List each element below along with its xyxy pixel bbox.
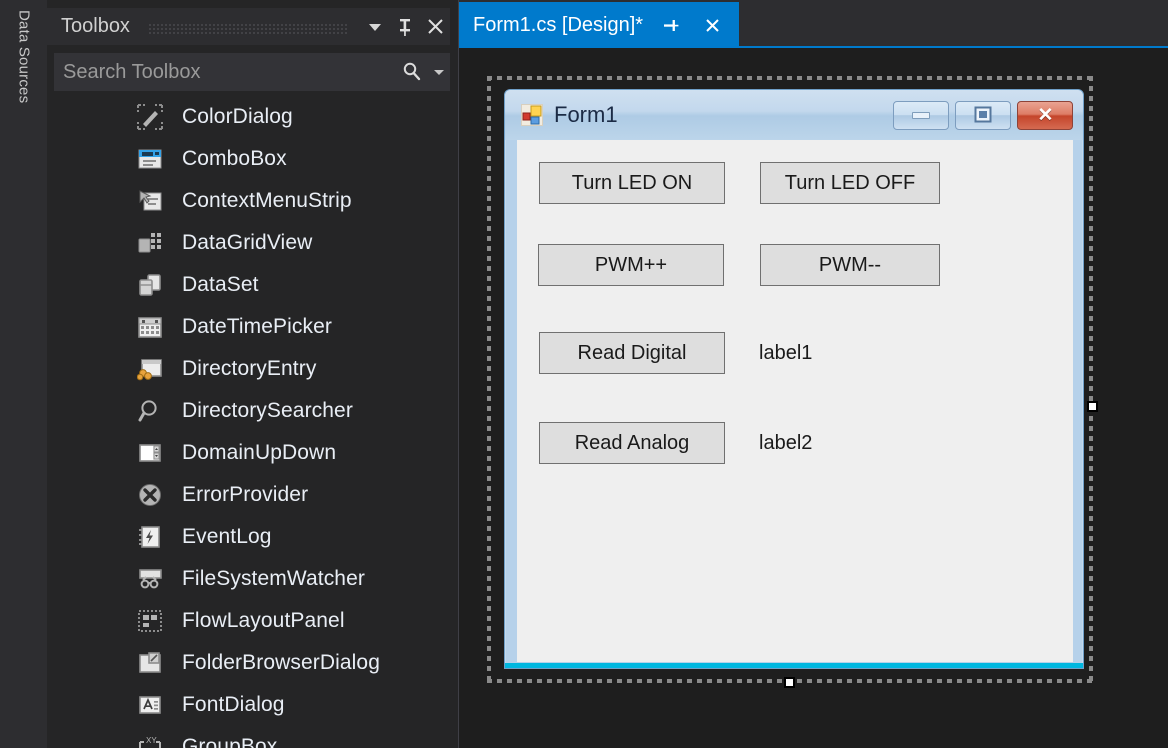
toolbox-panel: Toolbox Search Toolbox ColorDialog Combo…	[47, 0, 489, 748]
combo-box-icon	[132, 141, 168, 177]
toolbox-item-label: DomainUpDown	[182, 441, 337, 464]
pin-icon[interactable]	[655, 10, 685, 40]
directory-searcher-icon	[132, 393, 168, 429]
handle-bottom-center[interactable]	[784, 677, 795, 688]
document-tab-label: Form1.cs [Design]*	[473, 13, 644, 36]
date-time-picker-icon	[132, 309, 168, 345]
toolbox-item-label: DataGridView	[182, 231, 313, 254]
close-icon: ✕	[1037, 104, 1054, 126]
left-autohide-strip: Data Sources	[0, 0, 47, 748]
close-icon[interactable]	[420, 12, 450, 42]
toolbox-item-label: ErrorProvider	[182, 483, 309, 506]
label1: label1	[759, 342, 813, 364]
toolbox-item-groupbox[interactable]: XY GroupBox	[47, 726, 459, 748]
handle-middle-right[interactable]	[1087, 401, 1098, 412]
toolbox-item-dataset[interactable]: DataSet	[47, 264, 459, 306]
toolbox-item-label: ComboBox	[182, 147, 287, 170]
visual-studio-window: Data Sources Toolbox Search Toolbox Colo…	[0, 0, 1168, 748]
toolbox-item-directorysearcher[interactable]: DirectorySearcher	[47, 390, 459, 432]
label2: label2	[759, 432, 813, 454]
form-window-buttons: ✕	[893, 100, 1073, 130]
directory-entry-icon	[132, 351, 168, 387]
toolbox-item-flowlayoutpanel[interactable]: FlowLayoutPanel	[47, 600, 459, 642]
form-title-bar[interactable]: Form1 ✕	[505, 90, 1083, 140]
toolbox-item-label: ContextMenuStrip	[182, 189, 352, 212]
context-menu-strip-icon	[132, 183, 168, 219]
read-analog-button[interactable]: Read Analog	[539, 422, 725, 464]
toolbox-item-label: FileSystemWatcher	[182, 567, 365, 590]
search-input[interactable]	[54, 60, 396, 84]
toolbox-item-label: EventLog	[182, 525, 272, 548]
event-log-icon	[132, 519, 168, 555]
toolbox-item-filesystemwatcher[interactable]: FileSystemWatcher	[47, 558, 459, 600]
toolbox-item-errorprovider[interactable]: ErrorProvider	[47, 474, 459, 516]
tab-form1-design[interactable]: Form1.cs [Design]*	[459, 2, 740, 48]
toolbox-search-box[interactable]	[54, 53, 450, 91]
toolbox-item-fontdialog[interactable]: FontDialog	[47, 684, 459, 726]
toolbox-item-directoryentry[interactable]: DirectoryEntry	[47, 348, 459, 390]
toolbox-item-label: FlowLayoutPanel	[182, 609, 345, 632]
maximize-icon	[974, 106, 992, 123]
form-selection-frame: Form1 ✕ Turn LED ON Turn LED OFF PWM++ P…	[487, 76, 1098, 688]
windows-forms-icon	[521, 104, 543, 126]
editor-area: Form1.cs [Design]* Form1 ✕ Turn LED ON T…	[459, 0, 1168, 748]
chevron-down-icon[interactable]	[360, 12, 390, 42]
toolbox-item-datagridview[interactable]: DataGridView	[47, 222, 459, 264]
toolbox-item-domainupdown[interactable]: DomainUpDown	[47, 432, 459, 474]
form-client-area[interactable]: Turn LED ON Turn LED OFF PWM++ PWM-- Read Di…	[517, 140, 1073, 662]
toolbox-drag-dots	[147, 23, 348, 34]
toolbox-item-label: FolderBrowserDialog	[182, 651, 380, 674]
minimize-icon	[912, 111, 930, 119]
toolbox-item-list[interactable]: ColorDialog ComboBox ContextMenuStrip DataG…	[47, 96, 459, 748]
form-resize-grip[interactable]	[505, 663, 1083, 668]
svg-text:XY: XY	[146, 736, 157, 745]
file-system-watcher-icon	[132, 561, 168, 597]
toolbox-header: Toolbox	[47, 8, 450, 45]
toolbox-item-label: DateTimePicker	[182, 315, 332, 338]
search-icon[interactable]	[396, 61, 428, 83]
design-surface[interactable]: Form1 ✕ Turn LED ON Turn LED OFF PWM++ P…	[459, 48, 1168, 748]
minimize-button[interactable]	[893, 100, 949, 130]
error-provider-icon	[132, 477, 168, 513]
toolbox-item-label: DataSet	[182, 273, 259, 296]
data-sources-tab-label: Data Sources	[15, 10, 32, 104]
font-dialog-icon	[132, 687, 168, 723]
turn-led-off-button[interactable]: Turn LED OFF	[760, 162, 940, 204]
toolbox-item-eventlog[interactable]: EventLog	[47, 516, 459, 558]
document-tab-strip: Form1.cs [Design]*	[459, 0, 1168, 48]
close-icon[interactable]	[697, 10, 727, 40]
close-button[interactable]: ✕	[1017, 100, 1073, 130]
read-digital-button[interactable]: Read Digital	[539, 332, 725, 374]
group-box-icon: XY	[132, 729, 168, 748]
flow-layout-panel-icon	[132, 603, 168, 639]
toolbox-item-combobox[interactable]: ComboBox	[47, 138, 459, 180]
folder-browser-dialog-icon	[132, 645, 168, 681]
toolbox-item-label: DirectoryEntry	[182, 357, 317, 380]
toolbox-item-folderbrowserdialog[interactable]: FolderBrowserDialog	[47, 642, 459, 684]
domain-up-down-icon	[132, 435, 168, 471]
toolbox-item-label: ColorDialog	[182, 105, 293, 128]
search-options-chevron-down-icon[interactable]	[428, 66, 450, 78]
pin-icon[interactable]	[390, 12, 420, 42]
toolbox-item-colordialog[interactable]: ColorDialog	[47, 96, 459, 138]
data-set-icon	[132, 267, 168, 303]
sidebar-item-data-sources[interactable]: Data Sources	[0, 0, 47, 160]
toolbox-item-label: FontDialog	[182, 693, 285, 716]
toolbox-item-label: DirectorySearcher	[182, 399, 353, 422]
toolbox-item-label: GroupBox	[182, 735, 278, 748]
form1-window[interactable]: Form1 ✕ Turn LED ON Turn LED OFF PWM++ P…	[504, 89, 1084, 669]
color-dialog-icon	[132, 99, 168, 135]
form-title-label: Form1	[554, 102, 618, 127]
toolbox-item-datetimepicker[interactable]: DateTimePicker	[47, 306, 459, 348]
toolbox-title: Toolbox	[61, 15, 130, 37]
toolbox-item-contextmenustrip[interactable]: ContextMenuStrip	[47, 180, 459, 222]
turn-led-on-button[interactable]: Turn LED ON	[539, 162, 725, 204]
pwm-decrease-button[interactable]: PWM--	[760, 244, 940, 286]
maximize-button[interactable]	[955, 100, 1011, 130]
data-grid-view-icon	[132, 225, 168, 261]
pwm-increase-button[interactable]: PWM++	[538, 244, 724, 286]
